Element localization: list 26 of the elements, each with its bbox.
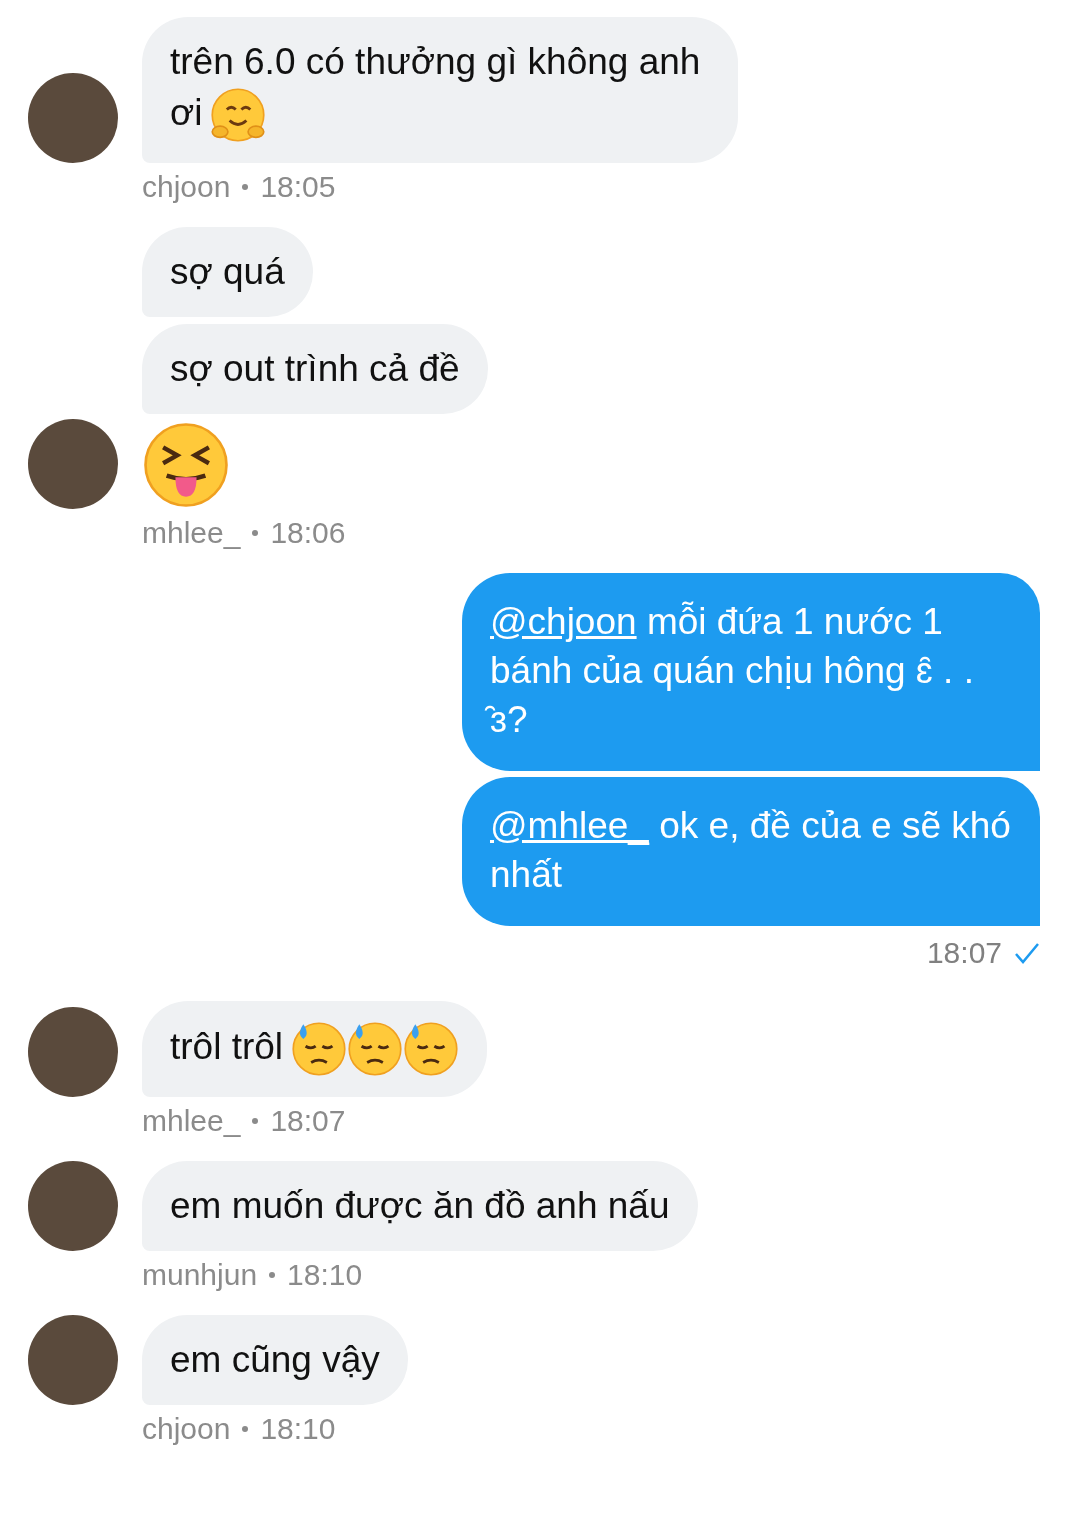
message-bubble: sợ quá [142, 227, 313, 317]
sent-message-bubble: @mhlee_ ok e, đề của e sẽ khó nhất [462, 777, 1040, 926]
sender-name: mhlee_ [142, 515, 241, 551]
mention-link[interactable]: @chjoon [490, 601, 637, 642]
timestamp: 18:07 [270, 1103, 346, 1139]
sweating-face-icon [403, 1021, 460, 1077]
message-bubble: trôl trôl [142, 1001, 488, 1097]
message-bubble: sợ out trình cả đề [142, 324, 488, 414]
message-bubble: em cũng vậy [142, 1315, 408, 1405]
sent-message-bubble: @chjoon mỗi đứa 1 nước 1 bánh của quán chịu hông ɛ̑ . . ̑ɜ? [462, 573, 1040, 771]
message-bubble: em muốn được ăn đồ anh nấu [142, 1161, 698, 1251]
hugging-face-icon [210, 87, 267, 143]
sender-name: mhlee_ [142, 1103, 241, 1139]
timestamp: 18:10 [260, 1411, 336, 1447]
mention-link[interactable]: @mhlee_ [490, 805, 649, 846]
sweating-face-icon [347, 1021, 404, 1077]
sweating-face-icon [291, 1021, 348, 1077]
timestamp: 18:10 [287, 1257, 363, 1293]
timestamp: 18:07 [926, 935, 1002, 971]
timestamp: 18:06 [270, 515, 346, 551]
message-bubble: trên 6.0 có thưởng gì không anh ơi [142, 17, 738, 163]
sender-name: chjoon [142, 1411, 231, 1447]
sender-name: chjoon [142, 169, 231, 205]
sender-name: munhjun [142, 1257, 258, 1293]
tongue-face-icon [142, 421, 230, 509]
timestamp: 18:05 [260, 169, 336, 205]
